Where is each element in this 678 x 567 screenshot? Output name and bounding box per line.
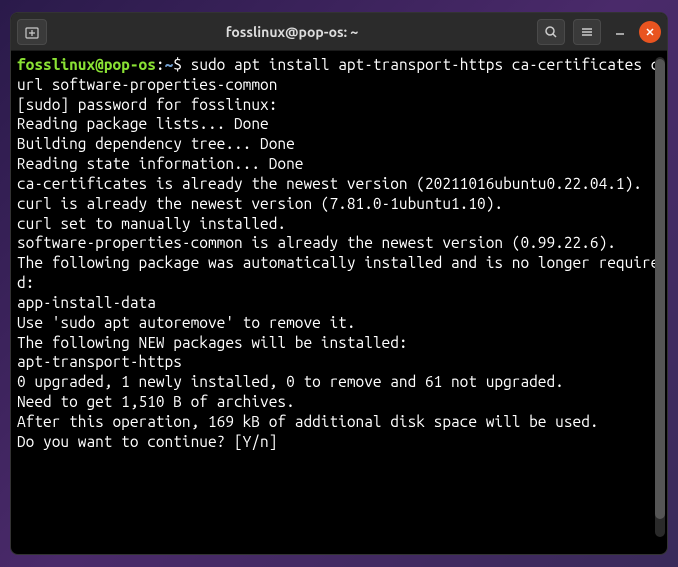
titlebar: fosslinux@pop-os: ~ xyxy=(11,13,667,51)
output-line: The following NEW packages will be insta… xyxy=(17,333,661,353)
minimize-icon xyxy=(612,24,628,40)
output-line: After this operation, 169 kB of addition… xyxy=(17,412,661,432)
scrollbar-thumb[interactable] xyxy=(655,59,665,519)
terminal-window: fosslinux@pop-os: ~ xyxy=(10,12,668,555)
prompt-dollar: $ xyxy=(173,56,190,73)
prompt-separator: : xyxy=(156,56,165,73)
output-line: Reading state information... Done xyxy=(17,154,661,174)
output-line: apt-transport-https xyxy=(17,352,661,372)
output-line: curl set to manually installed. xyxy=(17,214,661,234)
output-line: app-install-data xyxy=(17,293,661,313)
output-line: software-properties-common is already th… xyxy=(17,233,661,253)
close-icon xyxy=(644,26,656,38)
output-line: Use 'sudo apt autoremove' to remove it. xyxy=(17,313,661,333)
menu-button[interactable] xyxy=(573,19,601,45)
minimize-button[interactable] xyxy=(609,21,631,43)
output-line: curl is already the newest version (7.81… xyxy=(17,194,661,214)
output-line: Need to get 1,510 B of archives. xyxy=(17,392,661,412)
window-title: fosslinux@pop-os: ~ xyxy=(53,24,531,40)
new-tab-button[interactable] xyxy=(17,19,47,45)
output-line: [sudo] password for fosslinux: xyxy=(17,95,661,115)
output-line: 0 upgraded, 1 newly installed, 0 to remo… xyxy=(17,372,661,392)
hamburger-icon xyxy=(580,25,594,39)
prompt-path: ~ xyxy=(165,56,174,73)
scrollbar[interactable] xyxy=(655,57,665,537)
terminal-content[interactable]: fosslinux@pop-os:~$ sudo apt install apt… xyxy=(11,51,667,554)
new-tab-icon xyxy=(25,25,39,39)
search-button[interactable] xyxy=(537,19,565,45)
output-line: The following package was automatically … xyxy=(17,253,661,293)
search-icon xyxy=(544,25,558,39)
output-line: Reading package lists... Done xyxy=(17,114,661,134)
title-controls xyxy=(537,19,661,45)
output-line: ca-certificates is already the newest ve… xyxy=(17,174,661,194)
close-button[interactable] xyxy=(639,21,661,43)
prompt-user-host: fosslinux@pop-os xyxy=(17,56,156,73)
output-line: Building dependency tree... Done xyxy=(17,134,661,154)
output-line: Do you want to continue? [Y/n] xyxy=(17,432,661,452)
